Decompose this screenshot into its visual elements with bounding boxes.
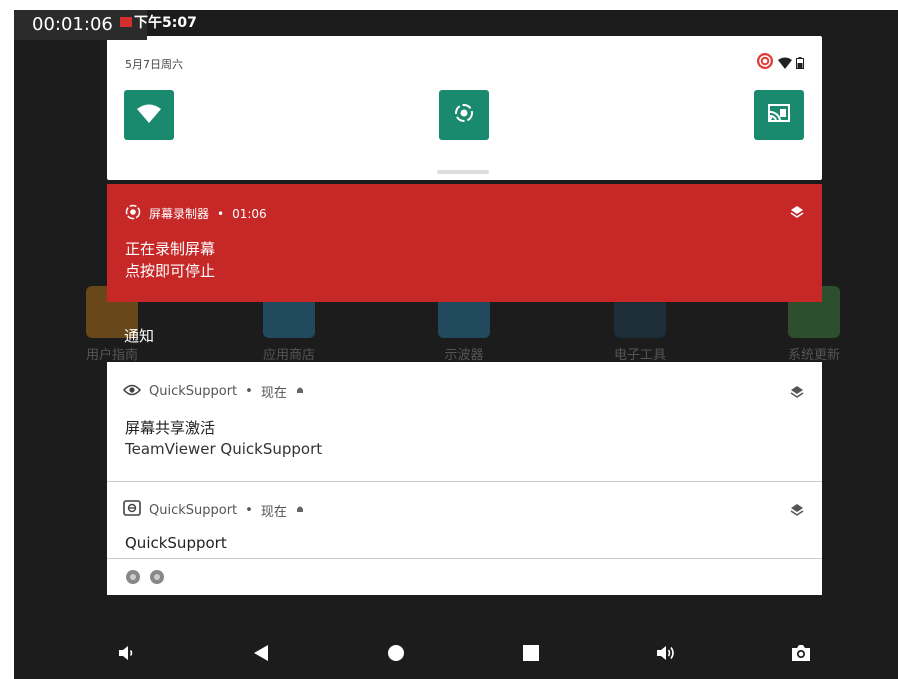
gear-icon <box>149 569 165 589</box>
notification-header: QuickSupport • 现在 <box>123 500 305 520</box>
volume-down-icon <box>117 644 135 666</box>
bg-app-label: 电子工具 <box>613 348 666 363</box>
recents-icon <box>523 644 539 665</box>
recorder-elapsed: 01:06 <box>232 206 267 221</box>
volume-up-icon <box>655 644 677 666</box>
notification-time: 现在 <box>260 386 287 401</box>
alert-icon <box>295 384 305 399</box>
qs-status-icons <box>756 52 804 74</box>
notification-title: QuickSupport <box>125 534 227 552</box>
bg-app-label: 用户指南 <box>85 348 138 363</box>
quicksupport-notification-1[interactable]: QuickSupport • 现在 屏幕共享激活 TeamViewer Quic… <box>107 362 822 482</box>
teamviewer-icon <box>123 500 141 520</box>
screen-record-icon <box>125 204 141 223</box>
eye-icon <box>122 384 142 400</box>
bg-app-label: 示波器 <box>444 348 484 363</box>
recording-indicator-icon <box>120 17 132 27</box>
battery-icon <box>796 54 804 73</box>
separator-dot: • <box>245 384 253 399</box>
screen-record-icon <box>453 102 475 128</box>
wifi-icon <box>136 103 162 127</box>
notification-title: 屏幕共享激活 <box>125 419 216 437</box>
screenshot-icon <box>791 644 811 666</box>
recorder-line2: 点按即可停止 <box>125 262 216 280</box>
status-bar-time: 下午5:07 <box>134 15 197 31</box>
screenshot-button[interactable] <box>781 630 821 679</box>
recorder-app-name: 屏幕录制器 <box>149 207 210 221</box>
notifications-section-label: 通知 <box>124 327 155 345</box>
cast-tile[interactable] <box>754 90 804 140</box>
separator-dot: • <box>217 206 225 221</box>
screen-record-icon <box>756 52 774 74</box>
recorder-line1: 正在录制屏幕 <box>125 240 216 258</box>
bg-app-label: 应用商店 <box>262 348 315 363</box>
notification-text: TeamViewer QuickSupport <box>125 440 323 458</box>
back-button[interactable] <box>241 630 281 679</box>
separator-dot: • <box>245 502 253 518</box>
wifi-icon <box>778 54 792 73</box>
notification-header: QuickSupport • 现在 <box>122 382 305 401</box>
wifi-tile[interactable] <box>124 90 174 140</box>
layers-icon[interactable] <box>790 384 804 403</box>
screen-record-tile[interactable] <box>439 90 489 140</box>
back-icon <box>253 644 269 666</box>
qs-date[interactable]: 5月7日周六 <box>125 56 183 72</box>
notification-time: 现在 <box>260 504 287 520</box>
navigation-bar <box>14 630 898 679</box>
volume-up-button[interactable] <box>646 630 686 679</box>
cast-icon <box>767 103 791 127</box>
notification-app-name: QuickSupport <box>149 502 238 518</box>
layers-icon[interactable] <box>790 204 804 223</box>
recents-button[interactable] <box>511 630 551 679</box>
quick-settings-panel: 5月7日周六 <box>107 36 822 180</box>
alert-icon <box>295 503 305 518</box>
qs-drag-handle[interactable] <box>437 170 489 174</box>
home-icon <box>387 644 405 666</box>
quicksupport-notification-2[interactable]: QuickSupport • 现在 QuickSupport <box>107 482 822 559</box>
home-button[interactable] <box>376 630 416 679</box>
collapsed-notifications-row[interactable] <box>107 559 822 595</box>
bg-app-label: 系统更新 <box>787 348 840 363</box>
notification-app-name: QuickSupport <box>149 384 238 399</box>
volume-down-button[interactable] <box>106 630 146 679</box>
layers-icon[interactable] <box>790 502 804 521</box>
recorder-notification-header: 屏幕录制器 • 01:06 <box>125 204 267 223</box>
gear-icon <box>125 569 141 589</box>
recorder-notification[interactable]: 屏幕录制器 • 01:06 正在录制屏幕 点按即可停止 <box>107 184 822 302</box>
